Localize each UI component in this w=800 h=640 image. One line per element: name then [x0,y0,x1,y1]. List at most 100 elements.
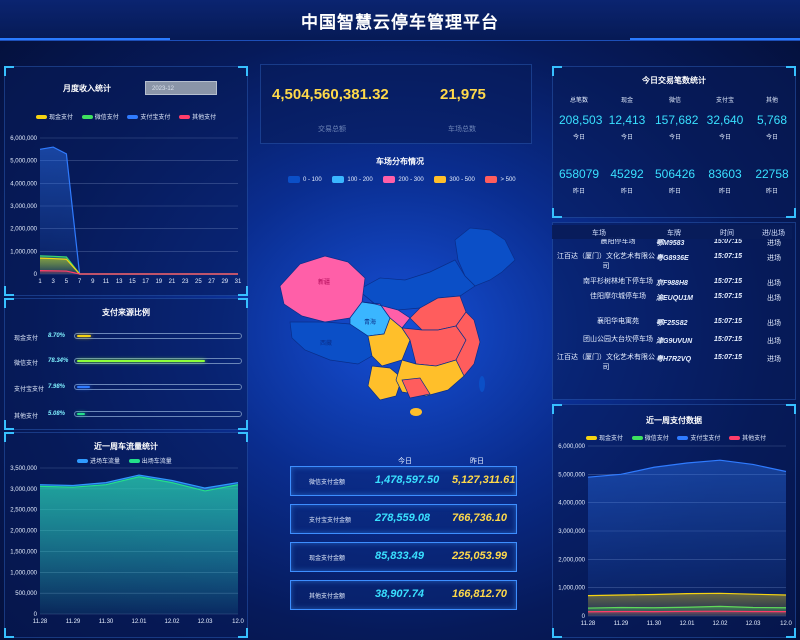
y-tick-label: 1,000,000 [10,570,37,576]
legend-swatch [128,459,140,464]
trade-stat-yesterday: 658079 昨日 [559,167,599,195]
series-area [40,147,238,274]
map-legend: 0 - 100 100 - 200 200 - 300 300 - 500 > … [288,176,525,183]
compare-today-header: 今日 [398,458,412,465]
record-time: 15:07:15 [714,253,743,260]
record-plate: 京F988H8 [656,280,688,287]
legend-item[interactable]: 其他支付 [179,115,216,121]
trade-stat-today-label: 今日 [668,135,681,141]
map-region-yunnan[interactable] [367,365,403,401]
legend-label: 0 - 100 [303,177,322,184]
compare-row-label: 现金支付金额 [309,556,346,562]
trade-stat-yesterday-value: 83603 [708,167,742,181]
china-map: 新疆 西藏 青海 [279,227,516,416]
x-tick-label: 12.0 [780,621,792,627]
trade-stat-today-label: 今日 [718,135,731,141]
map-region-xinjiang[interactable] [279,255,366,323]
y-tick-label: 6,000,000 [10,136,37,142]
payment-source-row: 微信支付 78.34% [14,356,242,368]
map-legend-item[interactable]: 200 - 300 [383,176,424,183]
payment-source-percent: 78.34% [48,358,69,364]
series-area [588,460,786,616]
legend-label: > 500 [500,177,516,184]
x-tick-label: 23 [182,279,189,285]
y-tick-label: 5,000,000 [558,472,585,478]
y-tick-label: 2,000,000 [10,227,37,233]
corner-decoration [786,404,796,414]
x-tick-label: 12.02 [164,619,180,625]
compare-row-label: 其他支付金额 [309,594,346,600]
legend-label: 支付宝支付 [140,115,171,121]
legend-item[interactable]: 支付宝支付 [127,115,170,121]
map-label-xinjiang: 新疆 [318,278,330,286]
record-time: 15:07:15 [714,318,743,325]
legend-label: 其他支付 [192,115,217,121]
y-tick-label: 0 [582,614,586,620]
record-plate: 鄂F25S82 [656,320,688,327]
y-tick-label: 1,000,000 [558,586,585,592]
map-legend-item[interactable]: > 500 [485,176,516,184]
compare-yesterday-header: 昨日 [470,458,484,465]
total-lots-label: 车场总数 [448,126,476,133]
map-label-qinghai: 青海 [364,318,376,326]
legend-item[interactable]: 现金支付 [36,115,73,121]
trade-stat-today: 总笔数 208,503 今日 [559,95,602,141]
map-legend-item[interactable]: 300 - 500 [434,176,475,183]
record-plate: 粤H7R2VQ [656,356,692,363]
record-direction: 进场 [767,356,781,363]
legend-swatch [288,176,300,183]
corner-decoration [4,66,14,76]
map-region-hainan[interactable] [410,408,422,416]
payment-source-label: 支付宝支付 [14,387,45,393]
y-tick-label: 0 [34,612,38,618]
x-tick-label: 11.30 [99,619,114,625]
x-tick-label: 15 [129,279,136,285]
map-region-south-china[interactable] [395,359,465,397]
trade-stat-today: 微信 157,682 今日 [655,95,698,141]
payment-source-bar-fill [77,335,92,337]
payment-source-label: 现金支付 [14,336,39,342]
x-tick-label: 19 [155,279,162,285]
compare-row-yesterday: 225,053.99 [452,550,508,562]
trade-stat-yesterday-value: 45292 [610,167,644,181]
header-divider-right [630,38,800,40]
records-header: 车场 车牌 时间 进/出场 [552,225,792,239]
legend-swatch [485,176,498,183]
record-time: 15:07:15 [714,354,743,361]
payment-source-bar [74,411,242,417]
legend-swatch [127,115,139,120]
series-line [587,610,787,613]
map-legend-item[interactable]: 100 - 200 [332,176,373,184]
y-tick-label: 4,000,000 [10,181,37,187]
corner-decoration [4,420,14,430]
payment-source-percent: 7.98% [48,384,66,390]
record-direction: 进场 [767,240,781,247]
record-time: 15:07:15 [714,238,743,245]
total-lots-value: 21,975 [440,86,486,103]
trade-stat-today-label: 今日 [620,135,633,141]
record-plate: 粤G8936E [656,255,689,262]
map-legend-item[interactable]: 0 - 100 [288,176,322,184]
payment-source-row: 现金支付 8.70% [14,331,242,343]
monthly-income-title: 月度收入统计 [63,84,111,93]
x-tick-label: 12.01 [679,621,695,627]
payment-source-label: 微信支付 [14,361,39,367]
records-col-dir: 进/出场 [762,230,785,237]
x-tick-label: 12.0 [232,619,244,625]
x-tick-label: 3 [52,279,56,285]
legend-item[interactable]: 微信支付 [81,115,119,121]
x-tick-label: 9 [91,279,95,285]
header-bar: 中国智慧云停车管理平台 [0,0,800,41]
payment-source-bar [74,384,242,390]
y-tick-label: 2,500,000 [10,508,37,514]
record-time: 15:07:15 [714,278,743,285]
payment-source-title: 支付来源比例 [102,308,150,317]
totals-panel [260,64,532,144]
trade-stat-yesterday-label: 昨日 [765,189,778,195]
month-select[interactable]: 2023-12 [145,81,217,95]
trade-stat-header: 微信 [668,98,681,104]
trade-stat-header: 现金 [620,98,633,104]
map-region-taiwan[interactable] [479,376,485,392]
legend-label: 100 - 200 [347,177,373,184]
payment-source-percent: 5.08% [48,411,66,417]
